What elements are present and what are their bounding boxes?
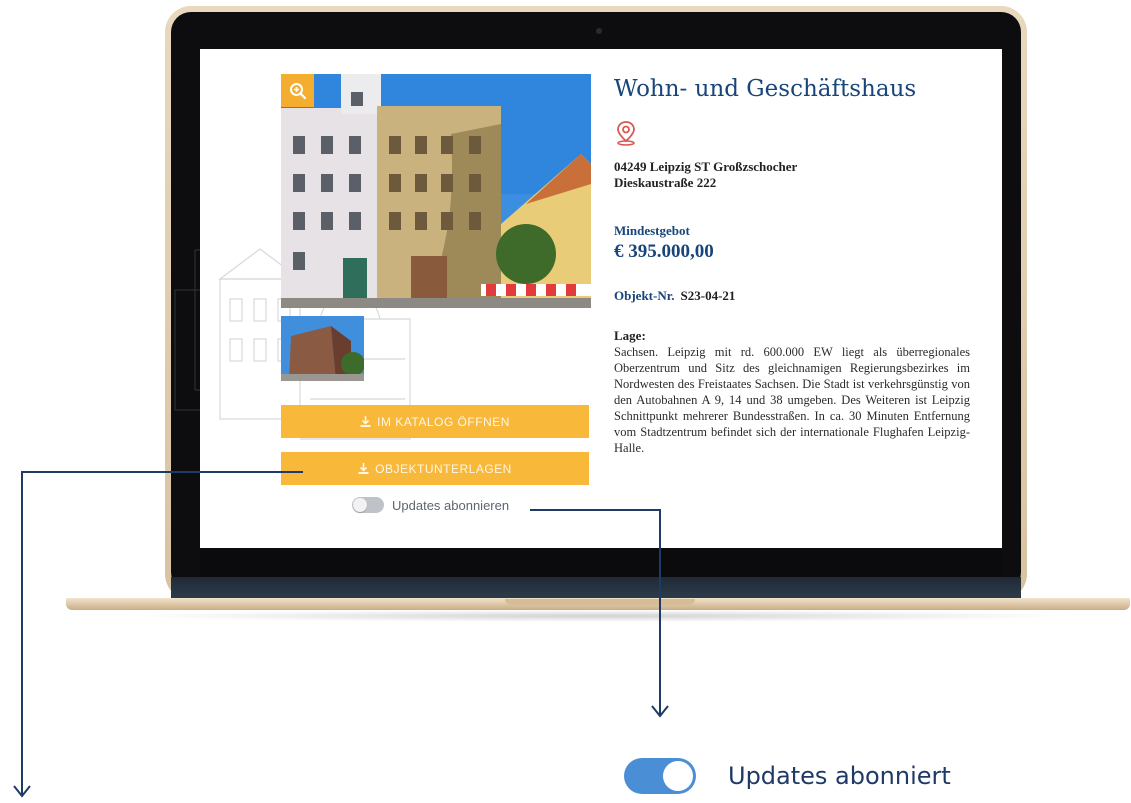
download-icon [360,416,371,427]
subscribe-label: Updates abonnieren [392,497,510,513]
subscribed-toggle[interactable] [624,758,696,794]
object-number-label: Objekt-Nr. [614,288,675,303]
laptop-base-notch [505,599,695,605]
subscribed-callout: Updates abonniert [624,758,951,794]
object-documents-button[interactable]: OBJEKTUNTERLAGEN [281,452,589,485]
laptop-hinge [171,577,1021,599]
camera-icon [596,28,602,34]
background-sketch [174,249,200,411]
location-description: Sachsen. Leipzig mit rd. 600.000 EW lieg… [614,345,970,455]
object-number-value: S23-04-21 [680,288,736,303]
listing-screen: IM KATALOG ÖFFNEN OBJEKTUNTERLAGEN Updat… [200,49,1002,577]
open-catalog-label: IM KATALOG ÖFFNEN [377,414,510,429]
subscribed-label: Updates abonniert [728,762,951,790]
screen-bottom-bar [200,548,1002,577]
download-icon [358,463,369,474]
laptop-shadow [120,610,1080,622]
subscribe-toggle[interactable] [352,497,384,513]
toggle-knob [663,761,693,791]
object-documents-label: OBJEKTUNTERLAGEN [375,461,512,476]
subscribe-row: Updates abonnieren [352,497,509,513]
zoom-button[interactable] [281,74,314,107]
open-catalog-button[interactable]: IM KATALOG ÖFFNEN [281,405,589,438]
location-label: Lage: [614,328,646,343]
min-bid-value: € 395.000,00 [614,241,714,262]
address-line-2: Dieskaustraße 222 [614,175,717,190]
zoom-in-icon [289,82,306,99]
address: 04249 Leipzig ST Großzschocher Dieskaust… [614,159,797,191]
photo-thumbnail[interactable] [281,316,364,381]
property-photo[interactable] [281,74,591,308]
object-number: Objekt-Nr. S23-04-21 [614,288,735,304]
listing-title: Wohn- und Geschäftshaus [614,76,917,102]
min-bid-label: Mindestgebot [614,223,690,238]
map-pin-icon [617,121,635,146]
address-line-1: 04249 Leipzig ST Großzschocher [614,159,798,174]
toggle-knob [353,498,367,512]
